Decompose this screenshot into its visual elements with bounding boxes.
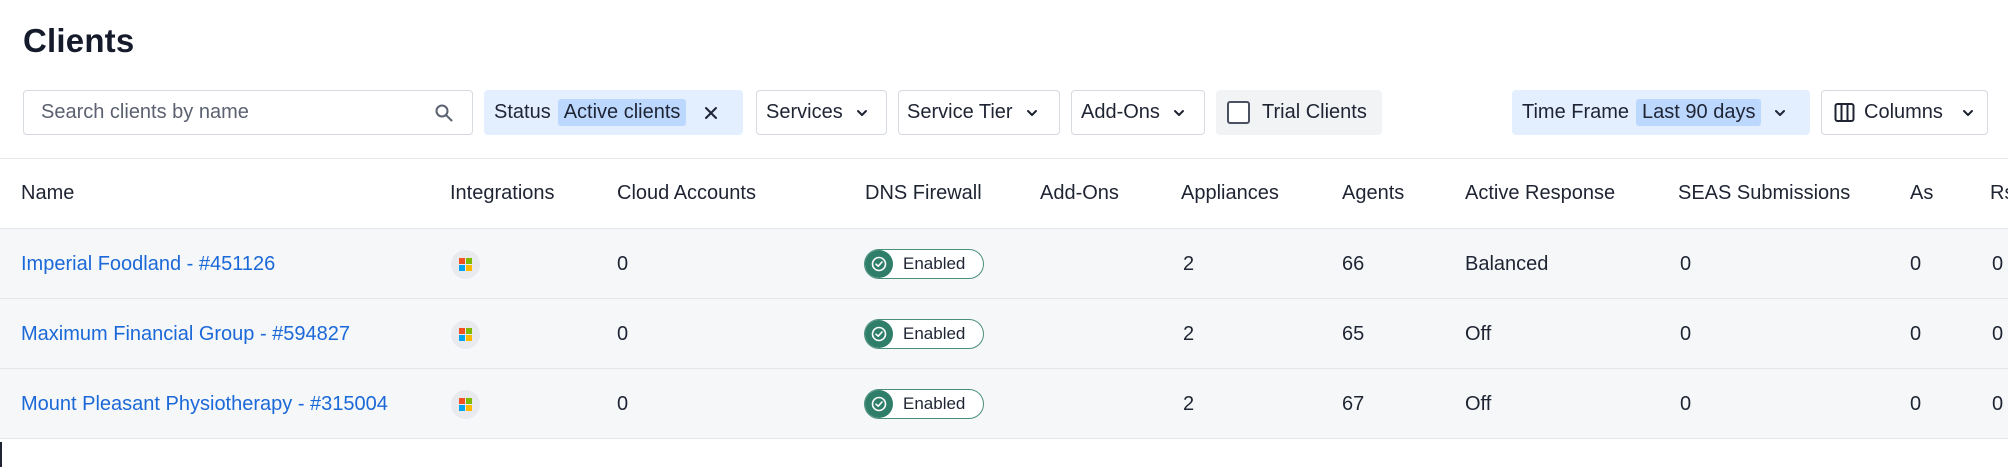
chevron-down-icon: [1173, 109, 1184, 116]
table-row[interactable]: Imperial Foodland - #451126 0 Enabled 2 …: [0, 229, 2008, 299]
column-header-rs[interactable]: Rs: [1990, 159, 2008, 228]
add-ons-filter-label: Add-Ons: [1081, 101, 1160, 123]
check-icon: [865, 320, 893, 348]
status-filter-label: Status: [494, 101, 551, 123]
agents-cell: 67: [1342, 393, 1365, 415]
seas-submissions-cell: 0: [1680, 253, 1692, 275]
appliances-cell: 2: [1183, 253, 1195, 275]
search-input[interactable]: Search clients by name: [23, 90, 473, 135]
page-title: Clients: [23, 22, 135, 59]
rs-cell: 0: [1992, 323, 2004, 345]
column-header-add-ons[interactable]: Add-Ons: [1040, 159, 1119, 228]
trial-clients-filter[interactable]: Trial Clients: [1216, 90, 1382, 135]
appliances-cell: 2: [1183, 323, 1195, 345]
dns-firewall-status: Enabled: [903, 324, 966, 343]
column-header-as[interactable]: As: [1910, 159, 1933, 228]
column-header-name[interactable]: Name: [21, 159, 74, 228]
microsoft-icon: [451, 250, 480, 279]
seas-submissions-cell: 0: [1680, 393, 1692, 415]
close-icon[interactable]: [704, 106, 718, 120]
active-response-cell: Off: [1465, 323, 1492, 345]
column-header-dns-firewall[interactable]: DNS Firewall: [865, 159, 982, 228]
dns-firewall-status: Enabled: [903, 394, 966, 413]
add-ons-filter[interactable]: Add-Ons: [1071, 90, 1205, 135]
services-filter-label: Services: [766, 101, 843, 123]
dns-firewall-toggle[interactable]: Enabled: [864, 319, 984, 349]
check-icon: [865, 390, 893, 418]
status-filter-value: Active clients: [557, 99, 687, 126]
as-cell: 0: [1910, 253, 1922, 275]
column-header-active-response[interactable]: Active Response: [1465, 159, 1615, 228]
text-cursor: [0, 442, 2, 467]
services-filter[interactable]: Services: [756, 90, 887, 135]
as-cell: 0: [1910, 323, 1922, 345]
trial-clients-checkbox[interactable]: [1227, 101, 1250, 124]
column-header-integrations[interactable]: Integrations: [450, 159, 555, 228]
service-tier-filter[interactable]: Service Tier: [898, 90, 1060, 135]
columns-label: Columns: [1864, 101, 1943, 123]
column-header-cloud-accounts[interactable]: Cloud Accounts: [617, 159, 756, 228]
cloud-accounts-cell: 0: [617, 253, 629, 275]
chevron-down-icon: [1962, 109, 1973, 116]
time-frame-label: Time Frame: [1522, 101, 1630, 123]
client-name-link[interactable]: Maximum Financial Group - #594827: [21, 299, 350, 369]
client-name-link[interactable]: Imperial Foodland - #451126: [21, 229, 275, 299]
client-name-link[interactable]: Mount Pleasant Physiotherapy - #315004: [21, 369, 388, 439]
search-placeholder: Search clients by name: [41, 101, 249, 123]
cloud-accounts-cell: 0: [617, 393, 629, 415]
active-response-cell: Off: [1465, 393, 1492, 415]
seas-submissions-cell: 0: [1680, 323, 1692, 345]
column-header-agents[interactable]: Agents: [1342, 159, 1404, 228]
clients-table: Name Integrations Cloud Accounts DNS Fir…: [0, 158, 2008, 439]
column-header-appliances[interactable]: Appliances: [1181, 159, 1279, 228]
chevron-down-icon: [1026, 109, 1037, 116]
check-icon: [865, 250, 893, 278]
as-cell: 0: [1910, 393, 1922, 415]
status-filter[interactable]: Status Active clients: [484, 90, 743, 135]
table-row[interactable]: Mount Pleasant Physiotherapy - #315004 0…: [0, 369, 2008, 439]
rs-cell: 0: [1992, 393, 2004, 415]
active-response-cell: Balanced: [1465, 253, 1549, 275]
filter-bar: Search clients by name Status Active cli…: [0, 90, 2008, 135]
agents-cell: 66: [1342, 253, 1365, 275]
columns-button[interactable]: Columns: [1821, 90, 1988, 135]
table-header: Name Integrations Cloud Accounts DNS Fir…: [0, 158, 2008, 229]
table-row[interactable]: Maximum Financial Group - #594827 0 Enab…: [0, 299, 2008, 369]
time-frame-value: Last 90 days: [1636, 99, 1762, 126]
dns-firewall-toggle[interactable]: Enabled: [864, 389, 984, 419]
dns-firewall-status: Enabled: [903, 254, 966, 273]
trial-clients-label: Trial Clients: [1262, 101, 1367, 123]
agents-cell: 65: [1342, 323, 1365, 345]
rs-cell: 0: [1992, 253, 2004, 275]
service-tier-filter-label: Service Tier: [907, 101, 1013, 123]
appliances-cell: 2: [1183, 393, 1195, 415]
time-frame-filter[interactable]: Time Frame Last 90 days: [1512, 90, 1810, 135]
columns-icon: [1834, 103, 1855, 122]
microsoft-icon: [451, 320, 480, 349]
column-header-seas-submissions[interactable]: SEAS Submissions: [1678, 159, 1850, 228]
cloud-accounts-cell: 0: [617, 323, 629, 345]
chevron-down-icon: [856, 109, 867, 116]
chevron-down-icon: [1775, 109, 1786, 116]
search-icon[interactable]: [434, 103, 454, 123]
microsoft-icon: [451, 390, 480, 419]
dns-firewall-toggle[interactable]: Enabled: [864, 249, 984, 279]
